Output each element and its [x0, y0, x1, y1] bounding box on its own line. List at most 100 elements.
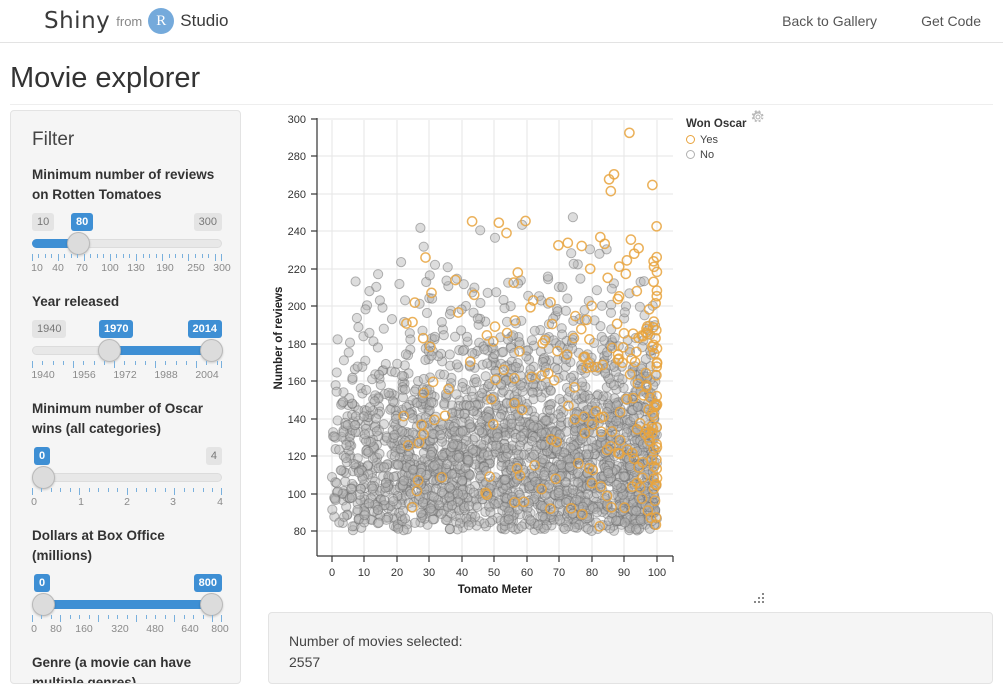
slider-tick-labels: 10 40 70 100 130 190 250 300	[31, 262, 231, 276]
slider-ticks	[32, 254, 222, 261]
slider-ticks	[32, 615, 222, 622]
x-tick-label: 50	[488, 567, 500, 579]
scatter-plot-svg[interactable]: 80 100 120 140 160 180 200 220 240 260 2…	[268, 110, 768, 604]
legend-color-swatch-no	[686, 150, 695, 159]
slider-tick-label: 480	[146, 623, 164, 635]
x-tick-label: 100	[648, 567, 666, 579]
slider-track[interactable]	[32, 473, 222, 482]
slider-value-low-cap: 0	[34, 574, 51, 592]
slider-fill	[42, 600, 212, 609]
slider-ticks	[32, 361, 222, 368]
slider-tick-label: 0	[31, 623, 37, 635]
y-tick-label: 200	[288, 301, 306, 313]
control-label-box-office: Dollars at Box Office (millions)	[32, 528, 165, 563]
control-label-min-oscar-wins: Minimum number of Oscar wins (all catego…	[32, 401, 204, 436]
legend-label-no: No	[700, 148, 715, 161]
slider-tick-label: 320	[111, 623, 129, 635]
title-divider	[10, 104, 993, 105]
control-min-reviews: Minimum number of reviews on Rotten Toma…	[31, 165, 231, 276]
slider-tick-label: 130	[127, 262, 145, 274]
y-tick-label: 260	[288, 189, 306, 201]
filter-sidebar-panel: Filter Minimum number of reviews on Rott…	[10, 110, 241, 684]
slider-tick-label: 1988	[154, 369, 178, 381]
slider-handle-high[interactable]	[200, 339, 223, 362]
control-label-year-released: Year released	[32, 294, 120, 309]
shiny-rstudio-logo[interactable]: Shiny from R Studio	[44, 6, 228, 36]
brand-studio-text: Studio	[180, 11, 229, 30]
slider-min-cap: 1940	[32, 320, 67, 338]
top-nav-links: Back to Gallery Get Code	[782, 13, 981, 29]
legend-entry-no[interactable]: No	[686, 147, 781, 162]
slider-max-cap: 4	[205, 447, 222, 465]
control-box-office: Dollars at Box Office (millions) 0 800 0…	[31, 526, 229, 637]
x-tick-label: 10	[358, 567, 370, 579]
brand-shiny-text: Shiny	[44, 8, 111, 34]
slider-handle-high[interactable]	[200, 593, 223, 616]
control-genre: Genre (a movie can have multiple genres)	[32, 653, 219, 683]
y-tick-label: 140	[288, 414, 306, 426]
y-tick-label: 160	[288, 376, 306, 388]
plot-resize-grip-icon[interactable]	[753, 592, 765, 604]
control-year-released: Year released 1940 1970 2014 1940 1956 1…	[31, 292, 223, 383]
slider-tick-label: 2	[124, 496, 130, 508]
slider-tick-label: 300	[213, 262, 231, 274]
y-tick-label: 280	[288, 151, 306, 163]
x-tick-label: 0	[329, 567, 335, 579]
slider-tick-label: 3	[170, 496, 176, 508]
x-axis-title: Tomato Meter	[458, 584, 533, 596]
y-tick-label: 220	[288, 264, 306, 276]
x-axis-tick-labels: 0 10 20 30 40 50 60 70 80 90 100	[329, 567, 666, 579]
slider-tick-labels: 1940 1956 1972 1988 2004	[31, 369, 222, 383]
sidebar-heading: Filter	[32, 129, 75, 150]
slider-max-cap: 300	[193, 213, 222, 231]
slider-tick-label: 0	[31, 496, 37, 508]
slider-tick-label: 190	[156, 262, 174, 274]
slider-handle[interactable]	[32, 466, 55, 489]
slider-handle-low[interactable]	[98, 339, 121, 362]
page-title: Movie explorer	[10, 62, 201, 94]
slider-tick-label: 4	[217, 496, 223, 508]
x-tick-label: 60	[521, 567, 533, 579]
slider-tick-label: 70	[76, 262, 88, 274]
movies-selected-label: Number of movies selected:	[289, 633, 463, 649]
x-tick-label: 30	[423, 567, 435, 579]
plot-legend: Won Oscar Yes No	[686, 114, 781, 162]
slider-tick-label: 1	[78, 496, 84, 508]
y-tick-label: 300	[288, 114, 306, 126]
slider-year-released[interactable]: 1940 1970 2014 1940 1956 1972 1988 2004	[31, 320, 223, 383]
slider-tick-label: 1956	[72, 369, 96, 381]
slider-fill	[109, 346, 213, 355]
slider-min-reviews[interactable]: 10 80 300 10 40 70 100 130 190 250 300	[31, 213, 231, 276]
slider-value-high-cap: 800	[193, 574, 222, 592]
slider-value-low-cap: 1970	[99, 320, 134, 338]
y-axis-tick-labels: 80 100 120 140 160 180 200 220 240 260 2…	[288, 114, 306, 538]
gear-icon[interactable]	[751, 110, 765, 124]
slider-handle-low[interactable]	[32, 593, 55, 616]
control-label-min-reviews: Minimum number of reviews on Rotten Toma…	[32, 167, 215, 202]
slider-tick-label: 250	[187, 262, 205, 274]
rstudio-r-logo-icon: R	[148, 8, 175, 34]
scatter-plot-panel[interactable]: 80 100 120 140 160 180 200 220 240 260 2…	[268, 110, 768, 604]
slider-value-cap: 0	[34, 447, 51, 465]
slider-handle[interactable]	[67, 232, 90, 255]
x-tick-label: 20	[391, 567, 403, 579]
legend-label-yes: Yes	[700, 133, 718, 146]
slider-min-oscar-wins[interactable]: 0 4 0 1 2 3 4	[31, 447, 223, 510]
x-tick-label: 40	[456, 567, 468, 579]
slider-min-cap: 10	[32, 213, 55, 231]
top-navigation-bar: Shiny from R Studio Back to Gallery Get …	[0, 0, 1003, 43]
back-to-gallery-link[interactable]: Back to Gallery	[782, 13, 877, 29]
slider-tick-label: 10	[31, 262, 43, 274]
slider-tick-label: 640	[181, 623, 199, 635]
y-tick-label: 100	[288, 489, 306, 501]
legend-entry-yes[interactable]: Yes	[686, 132, 781, 147]
slider-value-high-cap: 2014	[187, 320, 222, 338]
slider-tick-label: 1940	[31, 369, 55, 381]
slider-box-office[interactable]: 0 800 0 80 160 320 480 640 800	[31, 574, 229, 637]
slider-value-cap: 80	[71, 213, 94, 231]
y-tick-label: 80	[294, 526, 306, 538]
get-code-link[interactable]: Get Code	[921, 13, 981, 29]
x-tick-label: 80	[586, 567, 598, 579]
y-axis-title: Number of reviews	[273, 287, 285, 390]
slider-tick-label: 160	[75, 623, 93, 635]
